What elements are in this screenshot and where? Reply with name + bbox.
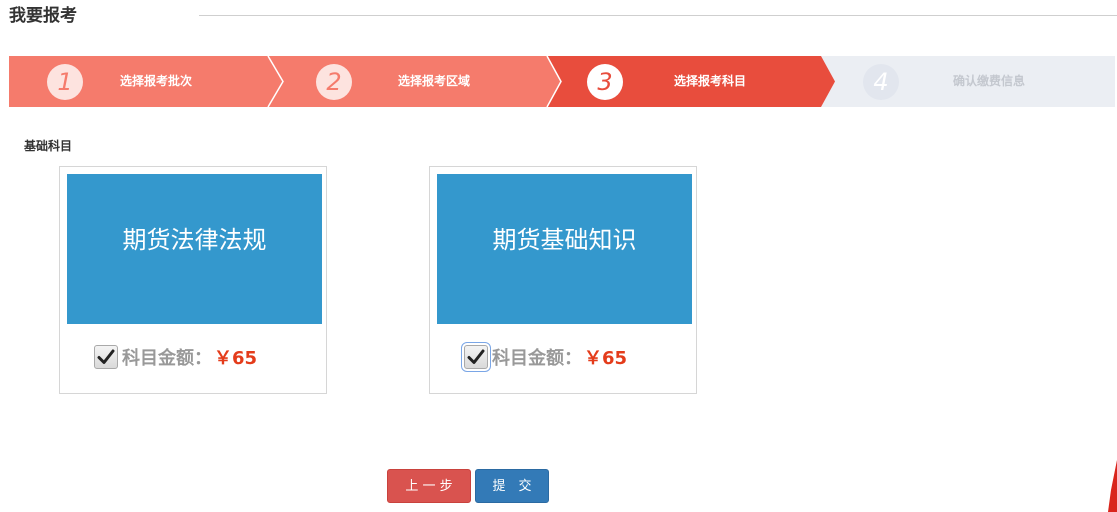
step-3-label: 选择报考科目 <box>674 74 747 88</box>
step-progress: 1 选择报考批次 2 选择报考区域 3 选择报考科目 4 确认缴费信息 <box>9 56 1115 107</box>
subject-card[interactable]: 期货基础知识 科目金额： ￥65 <box>429 166 697 394</box>
page-title: 我要报考 <box>9 6 77 26</box>
subject-fee-row: 科目金额： ￥65 <box>94 343 257 371</box>
subject-name[interactable]: 期货法律法规 <box>67 174 322 324</box>
subject-checkbox[interactable] <box>461 342 491 372</box>
section-label: 基础科目 <box>24 139 73 153</box>
title-divider <box>199 15 1117 16</box>
fee-label: 科目金额： <box>122 348 212 369</box>
subject-name[interactable]: 期货基础知识 <box>437 174 692 324</box>
fee-price: ￥65 <box>584 348 628 369</box>
step-2-label: 选择报考区域 <box>398 74 471 88</box>
submit-button[interactable]: 提 交 <box>475 469 549 503</box>
fee-label: 科目金额： <box>492 348 582 369</box>
check-icon <box>467 349 485 364</box>
step-4-number: 4 <box>863 64 899 100</box>
check-icon <box>97 349 115 364</box>
corner-decoration <box>1108 460 1117 512</box>
subject-card[interactable]: 期货法律法规 科目金额： ￥65 <box>59 166 327 394</box>
step-1-label: 选择报考批次 <box>120 74 193 88</box>
fee-price: ￥65 <box>214 348 258 369</box>
step-3-number: 3 <box>587 64 623 100</box>
step-1-number: 1 <box>47 64 83 100</box>
subject-checkbox[interactable] <box>94 345 118 369</box>
prev-step-button[interactable]: 上 一 步 <box>387 469 471 503</box>
step-2-shape <box>9 56 561 107</box>
step-2-number: 2 <box>316 64 352 100</box>
subject-fee-row: 科目金额： ￥65 <box>461 342 628 372</box>
step-4-label: 确认缴费信息 <box>953 74 1026 88</box>
